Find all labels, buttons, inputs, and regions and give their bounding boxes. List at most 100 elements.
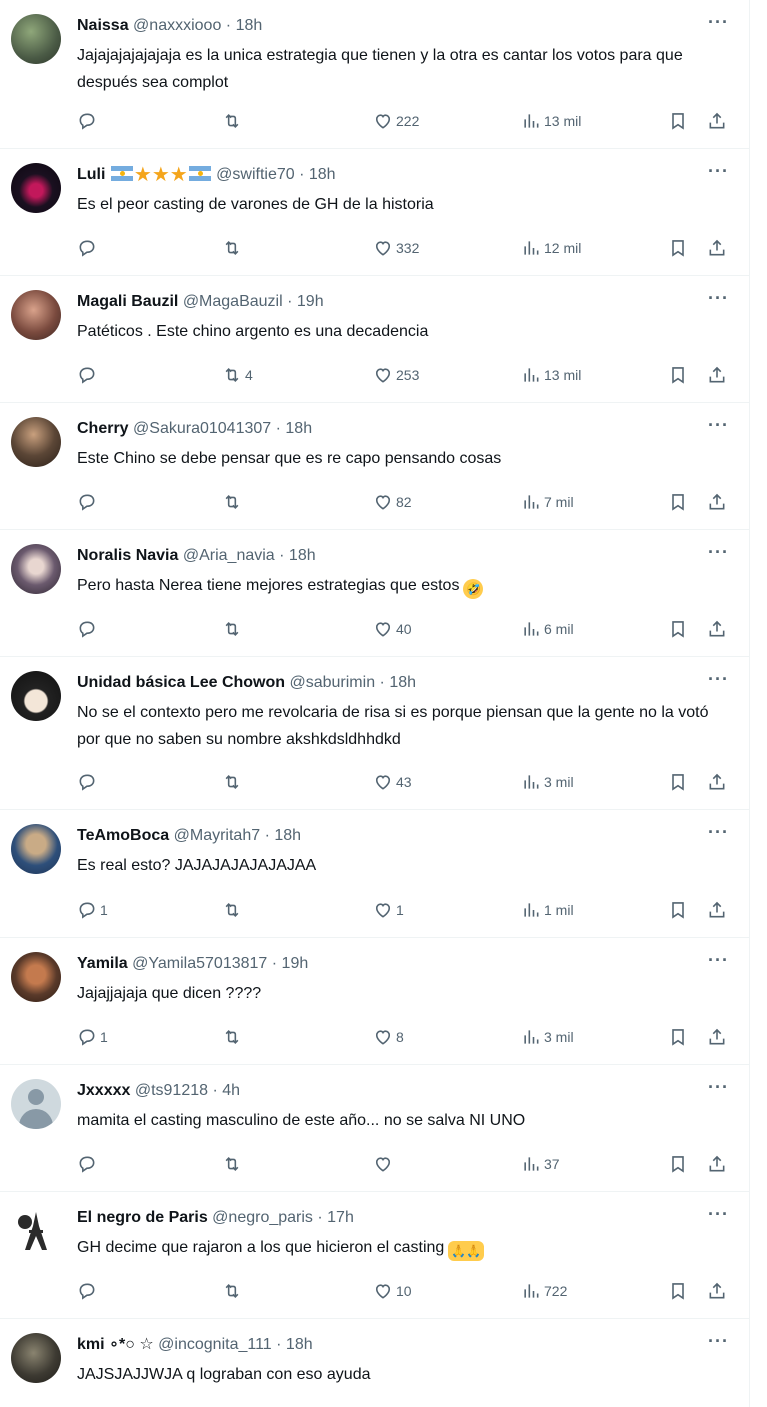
bookmark-button[interactable] [668, 490, 688, 514]
like-button[interactable]: 82 [373, 490, 412, 514]
more-options-icon[interactable]: ··· [708, 1331, 729, 1352]
avatar[interactable] [11, 952, 61, 1002]
user-name[interactable]: Luli [77, 166, 105, 183]
more-options-icon[interactable]: ··· [708, 1204, 729, 1225]
more-options-icon[interactable]: ··· [708, 161, 729, 182]
views-button[interactable]: 13 mil [521, 109, 581, 133]
reply-button[interactable]: 1 [77, 898, 108, 922]
share-button[interactable] [707, 1025, 727, 1049]
user-handle[interactable]: @swiftie70 [216, 166, 295, 183]
tweet-time[interactable]: 18h [274, 827, 301, 844]
reply-button[interactable] [77, 363, 100, 387]
tweet-time[interactable]: 18h [309, 166, 336, 183]
user-name[interactable]: Noralis Navia [77, 547, 178, 564]
reply-tweet[interactable]: Magali Bauzil @MagaBauzil · 19h ··· Paté… [0, 276, 749, 403]
user-handle[interactable]: @Sakura01041307 [133, 420, 271, 437]
like-button[interactable]: 253 [373, 363, 419, 387]
bookmark-button[interactable] [668, 363, 688, 387]
user-handle[interactable]: @ts91218 [135, 1082, 208, 1099]
user-name[interactable]: Cherry [77, 420, 129, 437]
avatar[interactable] [11, 671, 61, 721]
user-name[interactable]: Naissa [77, 17, 129, 34]
avatar[interactable] [11, 163, 61, 213]
more-options-icon[interactable]: ··· [708, 1077, 729, 1098]
user-handle[interactable]: @negro_paris [212, 1209, 313, 1226]
reply-tweet[interactable]: El negro de Paris @negro_paris · 17h ···… [0, 1192, 749, 1319]
reply-button[interactable] [77, 617, 100, 641]
user-handle[interactable]: @incognita_111 [158, 1336, 272, 1353]
reply-tweet[interactable]: Jxxxxx @ts91218 · 4h ··· mamita el casti… [0, 1065, 749, 1192]
views-button[interactable]: 7 mil [521, 490, 574, 514]
more-options-icon[interactable]: ··· [708, 822, 729, 843]
tweet-time[interactable]: 18h [286, 1336, 313, 1353]
reply-button[interactable] [77, 490, 100, 514]
share-button[interactable] [707, 770, 727, 794]
avatar[interactable] [11, 417, 61, 467]
reply-button[interactable] [77, 236, 100, 260]
avatar[interactable] [11, 14, 61, 64]
views-button[interactable]: 6 mil [521, 617, 574, 641]
reply-button[interactable] [77, 770, 100, 794]
user-handle[interactable]: @naxxxiooo [133, 17, 221, 34]
more-options-icon[interactable]: ··· [708, 950, 729, 971]
like-button[interactable]: 8 [373, 1025, 404, 1049]
share-button[interactable] [707, 490, 727, 514]
more-options-icon[interactable]: ··· [708, 12, 729, 33]
like-button[interactable]: 222 [373, 109, 419, 133]
user-name[interactable]: El negro de Paris [77, 1209, 208, 1226]
share-button[interactable] [707, 617, 727, 641]
tweet-time[interactable]: 4h [222, 1082, 240, 1099]
reply-button[interactable]: 1 [77, 1025, 108, 1049]
reply-tweet[interactable]: Naissa @naxxxiooo · 18h ··· Jajajajajaja… [0, 0, 749, 149]
reply-tweet[interactable]: kmi ∘*○ ☆ @incognita_111 · 18h ··· JAJSJ… [0, 1319, 749, 1407]
retweet-button[interactable] [222, 109, 245, 133]
share-button[interactable] [707, 363, 727, 387]
tweet-time[interactable]: 18h [389, 674, 416, 691]
views-button[interactable]: 722 [521, 1279, 567, 1303]
bookmark-button[interactable] [668, 898, 688, 922]
views-button[interactable]: 3 mil [521, 770, 574, 794]
reply-button[interactable] [77, 1279, 100, 1303]
user-handle[interactable]: @MagaBauzil [183, 293, 283, 310]
more-options-icon[interactable]: ··· [708, 415, 729, 436]
bookmark-button[interactable] [668, 236, 688, 260]
retweet-button[interactable]: 4 [222, 363, 253, 387]
more-options-icon[interactable]: ··· [708, 669, 729, 690]
more-options-icon[interactable]: ··· [708, 288, 729, 309]
share-button[interactable] [707, 1279, 727, 1303]
reply-tweet[interactable]: TeAmoBoca @Mayritah7 · 18h ··· Es real e… [0, 810, 749, 938]
bookmark-button[interactable] [668, 1025, 688, 1049]
avatar[interactable] [11, 544, 61, 594]
share-button[interactable] [707, 1152, 727, 1176]
user-name[interactable]: Unidad básica Lee Chowon [77, 674, 285, 691]
reply-tweet[interactable]: Unidad básica Lee Chowon @saburimin · 18… [0, 657, 749, 810]
views-button[interactable]: 13 mil [521, 363, 581, 387]
share-button[interactable] [707, 236, 727, 260]
default-avatar-icon[interactable] [11, 1079, 61, 1129]
retweet-button[interactable] [222, 770, 245, 794]
retweet-button[interactable] [222, 617, 245, 641]
retweet-button[interactable] [222, 236, 245, 260]
tweet-time[interactable]: 19h [297, 293, 324, 310]
views-button[interactable]: 1 mil [521, 898, 574, 922]
share-button[interactable] [707, 898, 727, 922]
bookmark-button[interactable] [668, 1152, 688, 1176]
like-button[interactable] [373, 1152, 396, 1176]
like-button[interactable]: 332 [373, 236, 419, 260]
reply-button[interactable] [77, 1152, 100, 1176]
reply-tweet[interactable]: Luli ★★★ @swiftie70 · 18h ··· Es el peor… [0, 149, 749, 276]
reply-tweet[interactable]: Cherry @Sakura01041307 · 18h ··· Este Ch… [0, 403, 749, 530]
avatar[interactable] [11, 1333, 61, 1383]
user-name[interactable]: kmi ∘*○ ☆ [77, 1336, 154, 1353]
user-handle[interactable]: @saburimin [289, 674, 375, 691]
tweet-time[interactable]: 18h [236, 17, 263, 34]
retweet-button[interactable] [222, 898, 245, 922]
views-button[interactable]: 12 mil [521, 236, 581, 260]
user-name[interactable]: TeAmoBoca [77, 827, 169, 844]
like-button[interactable]: 43 [373, 770, 412, 794]
avatar[interactable] [11, 290, 61, 340]
share-button[interactable] [707, 109, 727, 133]
retweet-button[interactable] [222, 1025, 245, 1049]
views-button[interactable]: 37 [521, 1152, 560, 1176]
retweet-button[interactable] [222, 1279, 245, 1303]
